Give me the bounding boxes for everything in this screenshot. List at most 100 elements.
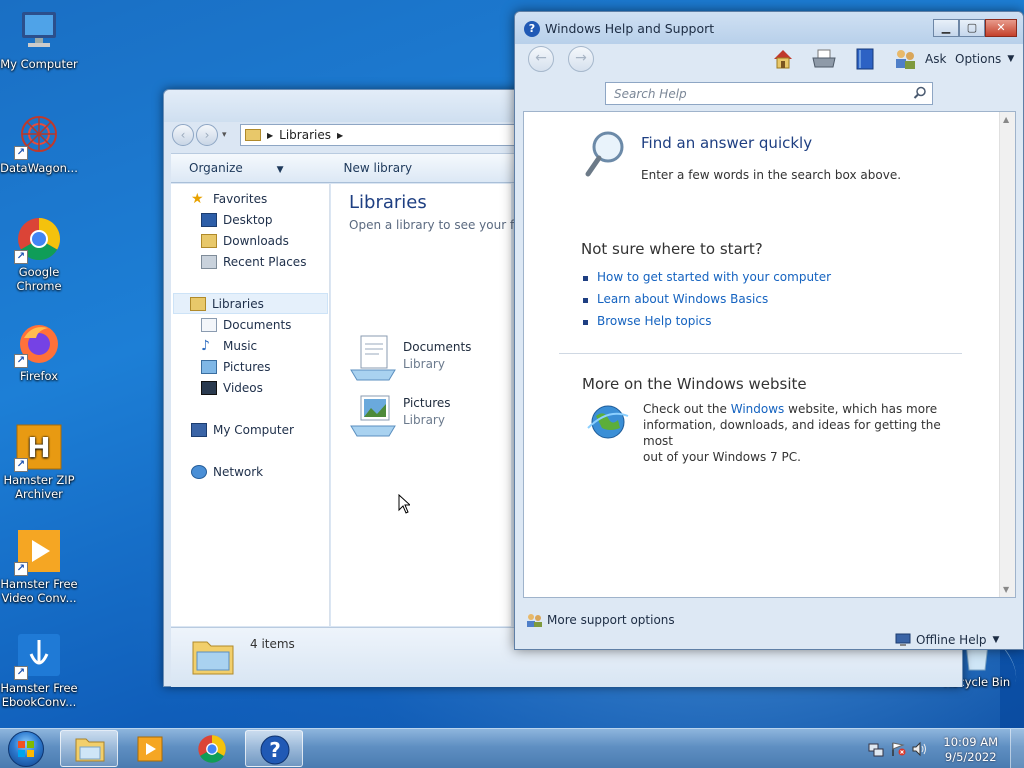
nav-recent-places[interactable]: Recent Places xyxy=(201,251,306,272)
printer-icon xyxy=(812,49,836,68)
taskbar-chrome-button[interactable] xyxy=(183,730,241,767)
library-item-type: Library xyxy=(403,413,445,427)
library-content-pane: Libraries Open a library to see your fil… xyxy=(331,184,546,626)
home-icon xyxy=(774,50,792,69)
downloads-folder-icon xyxy=(201,233,217,248)
nav-documents[interactable]: Documents xyxy=(201,314,291,335)
link-windows-basics[interactable]: Learn about Windows Basics xyxy=(597,292,768,306)
action-center-flag-icon[interactable] xyxy=(890,741,906,757)
show-desktop-button[interactable] xyxy=(1010,729,1024,768)
nav-label: Recent Places xyxy=(223,254,307,269)
desktop-icon-google-chrome[interactable]: ↗ Google Chrome xyxy=(0,216,78,293)
desktop-icon-datawagon[interactable]: ↗ DataWagon... xyxy=(0,112,78,175)
nav-label: Music xyxy=(223,338,258,353)
nav-my-computer[interactable]: My Computer xyxy=(191,419,294,440)
link-get-started[interactable]: How to get started with your computer xyxy=(597,270,831,284)
window-title: Windows Help and Support xyxy=(545,21,715,36)
help-forward-button[interactable]: → xyxy=(568,46,594,72)
nav-desktop[interactable]: Desktop xyxy=(201,209,273,230)
desktop-icon-hamster-zip[interactable]: H ↗ Hamster ZIP Archiver xyxy=(0,424,78,501)
nav-downloads[interactable]: Downloads xyxy=(201,230,289,251)
nav-videos[interactable]: Videos xyxy=(201,377,263,398)
desktop-icon-label: Hamster ZIP Archiver xyxy=(3,473,75,501)
shortcut-arrow-icon: ↗ xyxy=(14,666,28,680)
hamster-video-icon: ↗ xyxy=(14,528,62,576)
scroll-up-icon[interactable]: ▲ xyxy=(1003,115,1009,124)
nav-favorites[interactable]: ★ Favorites xyxy=(191,188,267,209)
library-item-name: Documents xyxy=(403,340,472,354)
minimize-button[interactable]: ▁ xyxy=(933,19,959,37)
volume-icon[interactable] xyxy=(912,741,928,757)
clock[interactable]: 10:09 AM 9/5/2022 xyxy=(943,735,998,765)
offline-help-button[interactable]: Offline Help ▼ xyxy=(895,633,999,647)
taskbar-help-button[interactable]: ? xyxy=(245,730,303,767)
ask-button[interactable]: Ask xyxy=(893,47,946,71)
desktop-icon-label: Google Chrome xyxy=(16,265,62,293)
windows-logo-icon xyxy=(18,741,34,757)
close-button[interactable]: ✕ xyxy=(985,19,1017,37)
more-support-options[interactable]: More support options xyxy=(525,612,675,628)
desktop-icon-hamster-ebook[interactable]: ↗ Hamster Free EbookConv... xyxy=(0,632,78,709)
desktop-icon-hamster-video[interactable]: ↗ Hamster Free Video Conv... xyxy=(0,528,78,605)
nav-libraries[interactable]: Libraries xyxy=(173,293,328,314)
library-item-name: Pictures xyxy=(403,396,451,410)
scroll-down-icon[interactable]: ▼ xyxy=(1003,585,1009,594)
nav-network[interactable]: Network xyxy=(191,461,263,482)
documents-library-icon xyxy=(350,335,396,381)
desktop-icon-label: Hamster Free Video Conv... xyxy=(0,577,78,605)
network-tray-icon[interactable] xyxy=(868,741,884,757)
libraries-icon xyxy=(190,296,206,311)
book-icon xyxy=(856,48,874,70)
organize-button[interactable]: Organize ▼ xyxy=(189,161,314,175)
firefox-icon: ↗ xyxy=(14,320,62,368)
search-input[interactable]: Search Help xyxy=(605,82,933,105)
library-item-documents[interactable]: Documents Library xyxy=(349,334,509,382)
page-title: Libraries xyxy=(349,192,427,213)
offline-help-label: Offline Help xyxy=(916,633,987,647)
nav-label: My Computer xyxy=(213,422,294,437)
clock-time: 10:09 AM xyxy=(943,735,998,749)
print-button[interactable] xyxy=(811,47,837,71)
desktop-icon-my-computer[interactable]: My Computer xyxy=(0,8,78,71)
back-button[interactable]: ‹ xyxy=(172,124,194,146)
computer-icon xyxy=(16,8,62,54)
breadcrumb-libraries[interactable]: Libraries xyxy=(279,128,331,142)
maximize-button[interactable]: ▢ xyxy=(959,19,985,37)
desktop-icon-label: My Computer xyxy=(0,57,78,71)
bullet-icon xyxy=(583,276,588,281)
options-button[interactable]: Options ▼ xyxy=(955,47,1014,71)
desktop-icon-firefox[interactable]: ↗ Firefox xyxy=(0,320,78,383)
pictures-library-icon xyxy=(350,395,396,437)
bullet-icon xyxy=(583,298,588,303)
nav-pictures[interactable]: Pictures xyxy=(201,356,271,377)
start-button[interactable] xyxy=(8,731,44,767)
nav-label: Network xyxy=(213,464,264,479)
more-support-label: More support options xyxy=(547,613,675,627)
help-back-button[interactable]: ← xyxy=(528,46,554,72)
chrome-icon xyxy=(198,735,226,763)
taskbar-media-button[interactable] xyxy=(121,730,179,767)
scrollbar[interactable]: ▲ ▼ xyxy=(999,112,1015,597)
recent-pages-icon[interactable]: ▾ xyxy=(222,130,227,140)
library-item-pictures[interactable]: Pictures Library xyxy=(349,390,509,438)
globe-icon xyxy=(587,405,629,439)
help-window[interactable]: ? Windows Help and Support ▁ ▢ ✕ ← → Ask… xyxy=(514,11,1024,650)
forward-button[interactable]: › xyxy=(196,124,218,146)
help-icon: ? xyxy=(524,21,540,37)
link-browse-help[interactable]: Browse Help topics xyxy=(597,314,712,328)
windows-website-link[interactable]: Windows xyxy=(731,402,785,416)
help-titlebar[interactable]: ? Windows Help and Support ▁ ▢ ✕ xyxy=(515,12,1023,44)
star-icon: ★ xyxy=(191,190,204,207)
nav-music[interactable]: ♪ Music xyxy=(201,335,257,356)
web-text-line2: information, downloads, and ideas for ge… xyxy=(643,418,941,448)
hamster-zip-icon: H ↗ xyxy=(14,424,62,472)
browse-help-button[interactable] xyxy=(855,47,875,71)
search-icon[interactable] xyxy=(913,86,927,100)
help-icon: ? xyxy=(260,735,290,765)
new-library-button[interactable]: New library xyxy=(344,161,413,175)
clock-date: 9/5/2022 xyxy=(944,750,997,764)
shortcut-arrow-icon: ↗ xyxy=(14,250,28,264)
datawagon-icon: ↗ xyxy=(14,112,62,160)
help-home-button[interactable] xyxy=(771,47,795,71)
taskbar-explorer-button[interactable] xyxy=(60,730,118,767)
